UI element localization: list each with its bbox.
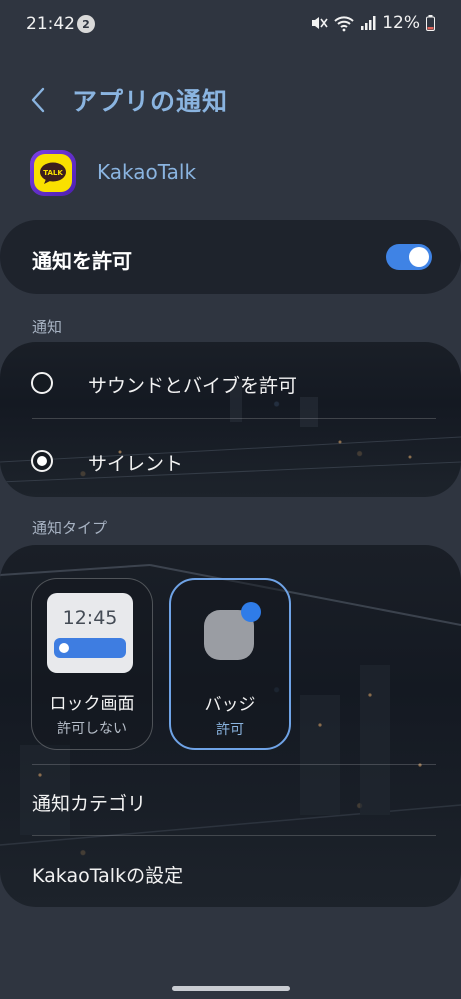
badge-tile[interactable]: バッジ 許可 — [169, 578, 291, 750]
option-sound-vibrate-label: サウンドとバイブを許可 — [88, 375, 298, 397]
status-time: 21:42 — [26, 14, 75, 34]
menu-notification-categories[interactable]: 通知カテゴリ — [32, 789, 146, 816]
menu-app-settings[interactable]: KakaoTalkの設定 — [32, 861, 183, 888]
allow-notifications-label: 通知を許可 — [32, 249, 132, 273]
badge-dot-icon — [241, 602, 261, 622]
status-bar: 21:42 2 12% — [0, 0, 461, 48]
lock-screen-title: ロック画面 — [49, 694, 135, 714]
kakaotalk-app-icon: TALK — [30, 150, 76, 196]
option-silent[interactable]: サイレント — [0, 424, 461, 494]
status-icons: 12% — [310, 12, 435, 34]
divider — [32, 418, 436, 419]
page-title: アプリの通知 — [72, 87, 229, 116]
divider — [32, 835, 436, 836]
badge-status: 許可 — [216, 722, 244, 738]
notification-count-badge: 2 — [77, 15, 95, 33]
battery-icon — [426, 15, 435, 31]
talk-icon-text: TALK — [43, 169, 63, 177]
notifications-section-label: 通知 — [32, 318, 63, 336]
lock-screen-status: 許可しない — [57, 721, 127, 737]
radio-sound-vibrate[interactable] — [31, 372, 53, 394]
talk-bubble-icon: TALK — [40, 162, 66, 184]
lock-screen-tile[interactable]: 12:45 ロック画面 許可しない — [31, 578, 153, 750]
lock-preview-time: 12:45 — [62, 607, 118, 629]
option-silent-label: サイレント — [88, 453, 184, 475]
divider — [32, 764, 436, 765]
battery-percent: 12% — [382, 13, 420, 33]
option-sound-vibrate[interactable]: サウンドとバイブを許可 — [0, 346, 461, 416]
wifi-icon — [334, 16, 354, 32]
home-indicator[interactable] — [172, 986, 290, 991]
lock-screen-preview: 12:45 — [47, 593, 133, 673]
notification-mode-card: サウンドとバイブを許可 サイレント — [0, 342, 461, 497]
mute-icon — [312, 17, 328, 29]
allow-notifications-toggle[interactable] — [386, 244, 432, 270]
app-name: KakaoTalk — [97, 160, 197, 184]
radio-silent[interactable] — [31, 450, 53, 472]
back-arrow-icon[interactable] — [28, 86, 50, 114]
signal-icon — [361, 16, 376, 30]
notification-types-card: 12:45 ロック画面 許可しない バッジ 許可 通知カテゴリ KakaoTal… — [0, 545, 461, 907]
toggle-knob — [409, 247, 429, 267]
notification-types-section-label: 通知タイプ — [32, 519, 108, 537]
lock-preview-notification-bar — [54, 638, 126, 658]
badge-title: バッジ — [204, 695, 256, 715]
